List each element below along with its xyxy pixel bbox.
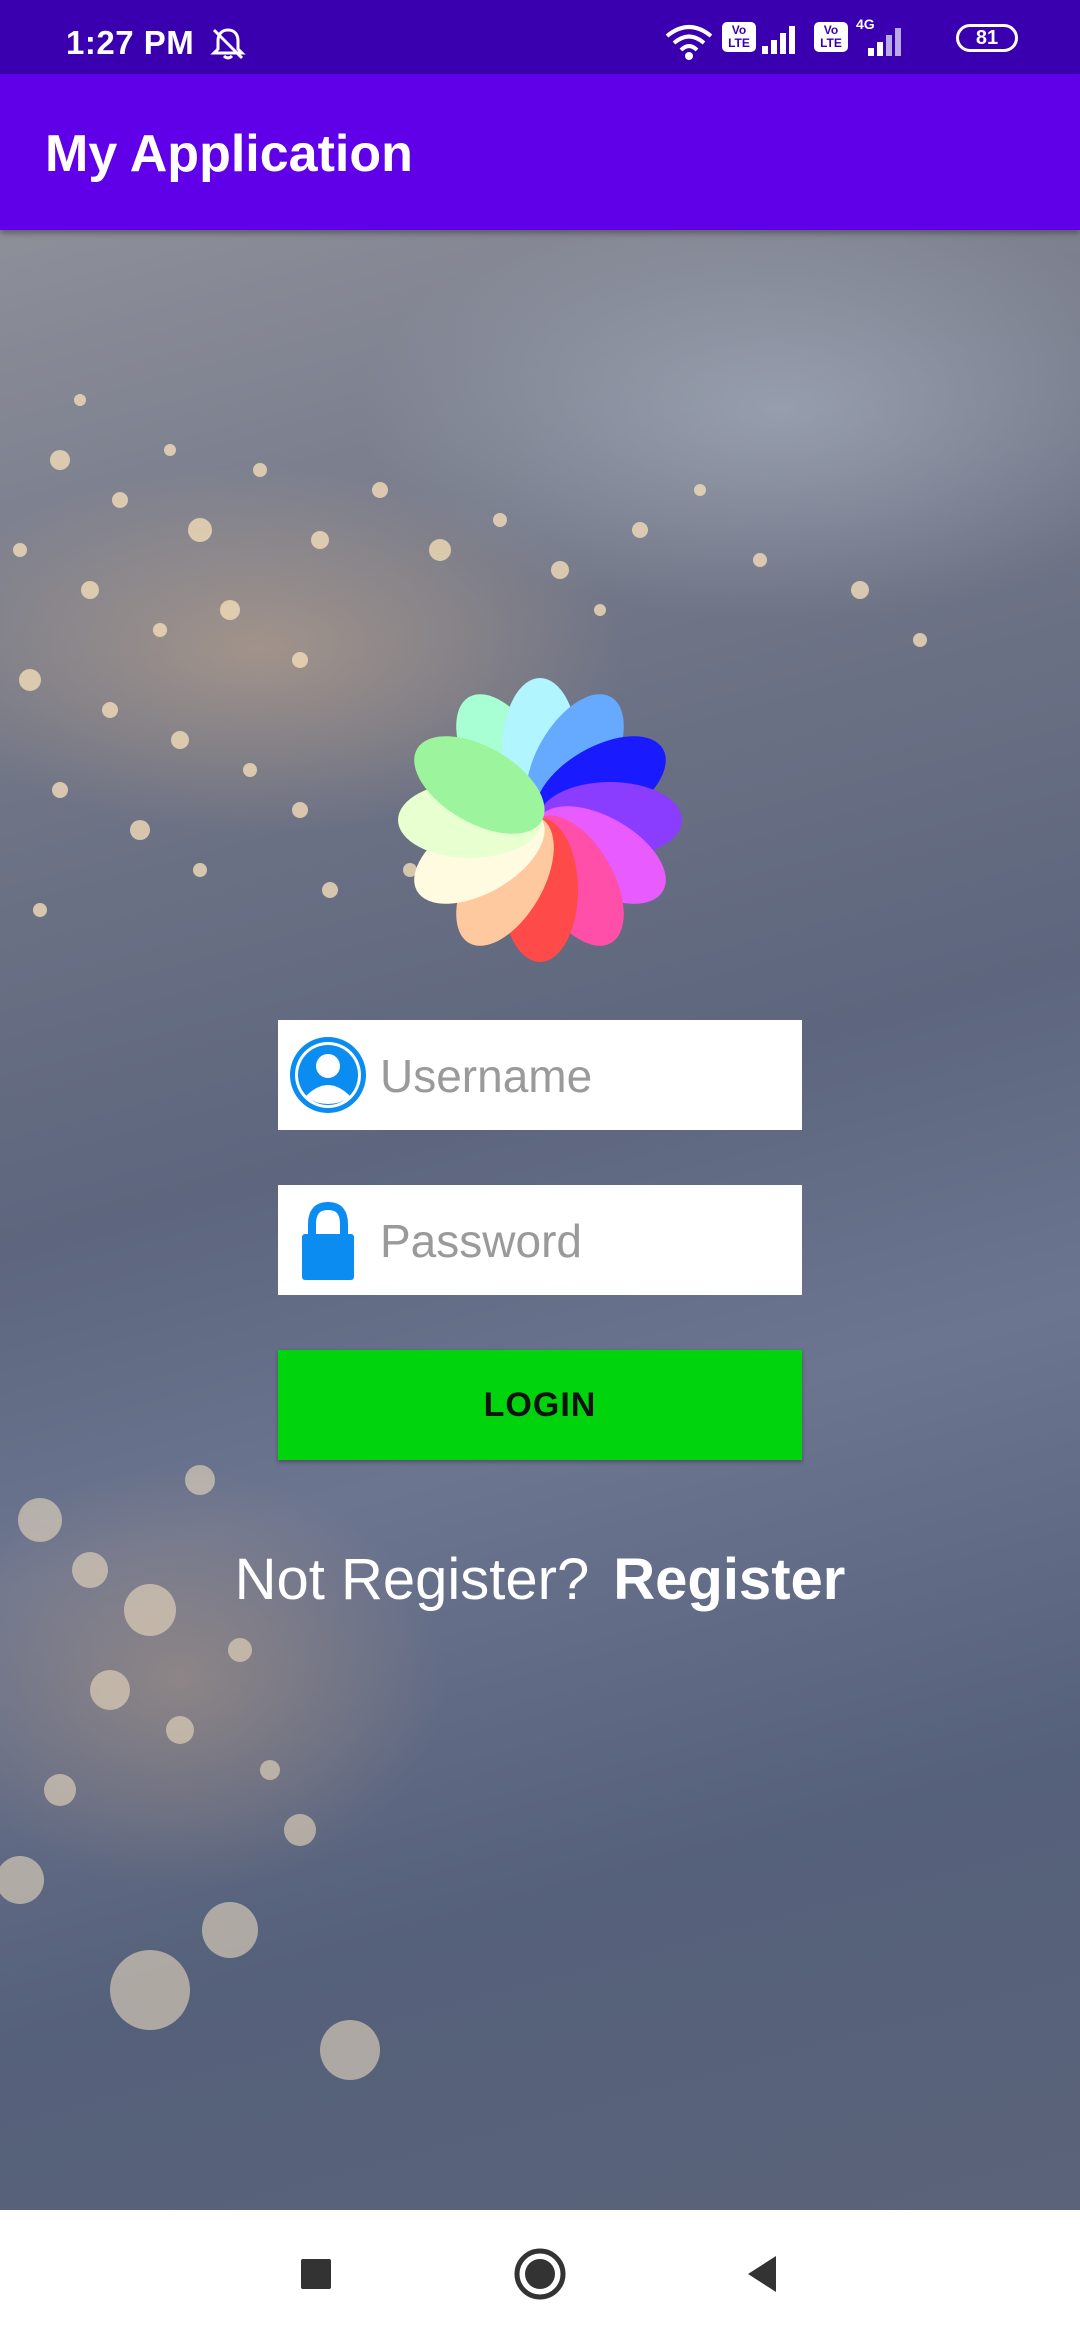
status-time: 1:27 PM xyxy=(66,24,195,61)
lock-icon xyxy=(302,1201,354,1280)
password-input[interactable] xyxy=(378,1185,792,1297)
navigation-bar xyxy=(0,2210,1080,2340)
app-bar: My Application xyxy=(0,74,1080,230)
volte-icon-2: Vo LTE xyxy=(814,22,848,52)
status-bar: 1:27 PM Vo LTE Vo LTE 4G 81 xyxy=(0,0,1080,74)
login-screen: LOGIN Not Register? Register xyxy=(0,230,1080,2210)
status-icons: Vo LTE Vo LTE 4G 81 xyxy=(664,16,1024,62)
battery-icon: 81 xyxy=(956,24,1018,52)
signal-icon-1 xyxy=(762,26,795,54)
volte-icon-1: Vo LTE xyxy=(722,22,756,52)
register-prompt: Not Register? xyxy=(234,1547,590,1612)
recents-button-icon[interactable] xyxy=(288,2246,344,2302)
register-link[interactable]: Register xyxy=(613,1547,845,1612)
login-button[interactable]: LOGIN xyxy=(278,1350,802,1460)
home-button-icon[interactable] xyxy=(512,2246,568,2302)
username-input[interactable] xyxy=(378,1020,792,1132)
back-button-icon[interactable] xyxy=(736,2246,792,2302)
wifi-icon xyxy=(665,25,713,60)
flower-logo-icon xyxy=(398,678,682,962)
password-field[interactable] xyxy=(278,1185,802,1297)
username-field[interactable] xyxy=(278,1020,802,1132)
user-icon xyxy=(290,1037,366,1113)
signal-icon-2 xyxy=(868,28,901,56)
app-title: My Application xyxy=(45,125,413,183)
bell-muted-icon xyxy=(210,28,246,60)
register-row: Not Register? Register xyxy=(0,1546,1080,1613)
